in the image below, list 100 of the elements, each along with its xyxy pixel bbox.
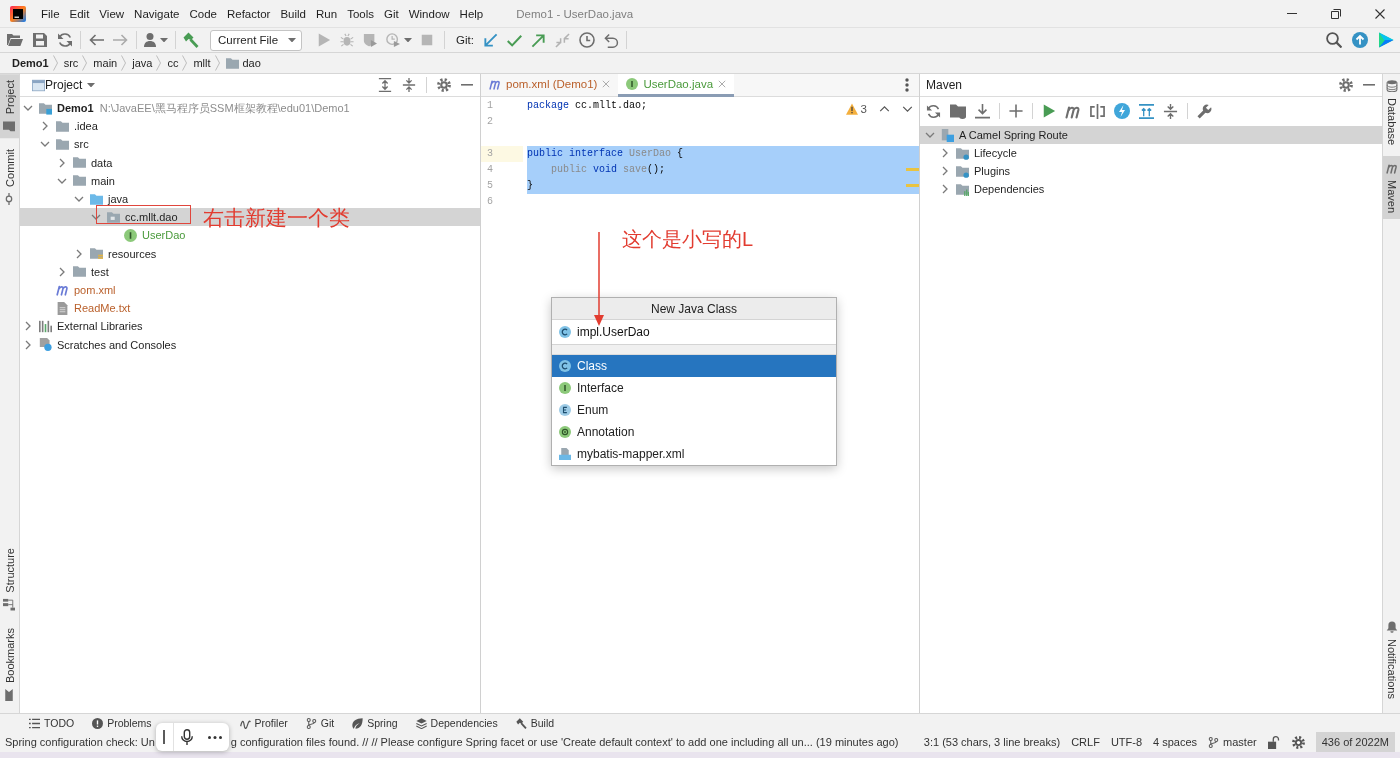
chevron-right-icon[interactable] [942, 166, 948, 176]
tree-item[interactable]: UserDao [106, 226, 186, 245]
caret-icon[interactable] [160, 37, 168, 43]
tree-item[interactable]: data [55, 153, 113, 172]
memory-indicator[interactable]: 436 of 2022M [1315, 732, 1395, 752]
tree-item[interactable]: A Camel Spring Route [920, 126, 1382, 144]
tool-window-tab[interactable]: Notifications [1383, 615, 1400, 705]
lock-icon[interactable] [1267, 735, 1281, 749]
refresh-icon[interactable] [57, 32, 73, 48]
tree-item[interactable]: src [38, 135, 89, 154]
close-icon[interactable] [1375, 8, 1385, 19]
undo-icon[interactable] [603, 32, 619, 48]
chevron-right-icon[interactable] [25, 339, 31, 350]
gear-icon[interactable] [1291, 735, 1305, 749]
menu-item[interactable]: Code [189, 7, 217, 20]
list-item[interactable]: mybatis-mapper.xml [552, 443, 836, 465]
profiler-icon[interactable] [386, 33, 401, 47]
expand-all-icon[interactable] [378, 78, 392, 92]
chevron-right-icon[interactable] [942, 184, 948, 194]
download-icon[interactable] [975, 103, 990, 119]
collapse-all-icon[interactable] [402, 78, 416, 92]
open-folder-icon[interactable] [7, 32, 23, 48]
tree-item[interactable]: External Libraries [21, 317, 143, 336]
tool-window-tab[interactable]: Commit [0, 143, 19, 212]
settings-icon[interactable] [437, 78, 451, 92]
editor-tab[interactable]: pom.xml (Demo1) [481, 74, 619, 97]
tool-tab[interactable]: Spring [352, 717, 398, 729]
breadcrumb[interactable]: cc [167, 57, 179, 69]
user-icon[interactable] [144, 33, 156, 47]
clock-icon[interactable] [578, 32, 595, 48]
list-item[interactable]: Class [552, 355, 836, 377]
tree-item[interactable]: pom.xml [38, 280, 116, 300]
editor-tab[interactable]: UserDao.java [618, 74, 735, 97]
show-dependencies-icon[interactable] [1139, 103, 1154, 119]
tree-item[interactable]: ReadMe.txt [38, 299, 131, 318]
tool-tab[interactable]: Dependencies [415, 717, 498, 729]
minimize-icon[interactable] [1363, 84, 1375, 86]
menu-item[interactable]: Git [384, 7, 399, 20]
text-cursor-icon[interactable] [162, 730, 165, 744]
tree-item[interactable]: resources [72, 244, 157, 263]
name-field[interactable]: impl.UserDao [577, 323, 817, 341]
line-separator[interactable]: CRLF [1071, 736, 1100, 748]
tree-item[interactable]: main [55, 171, 115, 190]
file-encoding[interactable]: UTF-8 [1110, 736, 1143, 748]
chevron-down-icon[interactable] [40, 141, 50, 148]
list-item[interactable]: Enum [552, 399, 836, 421]
menu-item[interactable]: Build [280, 7, 306, 20]
plus-icon[interactable] [1009, 104, 1023, 118]
tool-window-tab[interactable]: Project [0, 74, 19, 139]
hammer-icon[interactable] [183, 32, 199, 48]
more-icon[interactable] [207, 735, 222, 739]
chevron-right-icon[interactable] [59, 266, 65, 277]
microphone-icon[interactable] [180, 729, 193, 745]
minimize-icon[interactable] [461, 84, 473, 86]
indent-setting[interactable]: 4 spaces [1153, 736, 1198, 748]
folder-icon[interactable] [950, 103, 966, 119]
breadcrumb[interactable]: dao [242, 57, 261, 69]
menu-item[interactable]: Run [316, 7, 338, 20]
list-item[interactable]: Annotation [552, 421, 836, 443]
more-icon[interactable] [905, 78, 909, 92]
menu-item[interactable]: View [99, 7, 125, 20]
caret-icon[interactable] [404, 37, 413, 43]
caret-position[interactable]: 3:1 (53 chars, 3 line breaks) [923, 736, 1061, 748]
toolbox-icon[interactable] [1378, 32, 1394, 48]
breadcrumb[interactable]: src [63, 57, 79, 69]
branch-name[interactable]: master [1223, 736, 1257, 748]
tree-item[interactable]: Demo1 N:\JavaEE\黑马程序员SSM框架教程\edu01\Demo1 [21, 99, 350, 118]
coverage-icon[interactable] [363, 33, 378, 47]
view-selector[interactable]: Project [45, 78, 96, 92]
run-configuration-dropdown[interactable]: Current File [210, 29, 303, 51]
chevron-right-icon[interactable] [25, 321, 31, 332]
breadcrumb[interactable]: java [132, 57, 153, 69]
tool-tab[interactable]: Profiler [239, 717, 288, 729]
list-item[interactable]: Interface [552, 377, 836, 399]
tree-item[interactable]: test [55, 262, 109, 281]
tree-item[interactable]: Scratches and Consoles [21, 335, 177, 354]
wrench-icon[interactable] [1197, 103, 1212, 119]
skip-tests-icon[interactable] [1090, 103, 1105, 119]
warning-count[interactable]: 3 [860, 103, 867, 115]
down-left-arrow-icon[interactable] [482, 32, 498, 48]
restore-icon[interactable] [1331, 8, 1341, 19]
menu-item[interactable]: Help [459, 7, 484, 20]
menu-item[interactable]: Refactor [226, 7, 271, 20]
collapse-all-icon[interactable] [1163, 103, 1178, 119]
tree-item[interactable]: .idea [38, 117, 98, 136]
breadcrumb[interactable]: mllt [193, 57, 211, 69]
lightning-icon[interactable] [1114, 103, 1130, 119]
menu-item[interactable]: Tools [347, 7, 374, 20]
tool-window-tab[interactable]: Structure [0, 542, 19, 617]
menu-item[interactable]: Window [408, 7, 450, 20]
chevron-down-icon[interactable] [925, 132, 935, 138]
chevron-down-icon[interactable] [57, 177, 67, 184]
tree-item[interactable]: java [72, 189, 129, 209]
breadcrumb[interactable]: main [93, 57, 118, 69]
back-arrow-icon[interactable] [88, 32, 104, 48]
chevron-right-icon[interactable] [942, 148, 948, 158]
breadcrumb[interactable]: Demo1 [12, 57, 49, 69]
chevron-down-icon[interactable] [91, 214, 101, 221]
settings-icon[interactable] [1339, 78, 1353, 92]
upload-icon[interactable] [1352, 32, 1368, 48]
